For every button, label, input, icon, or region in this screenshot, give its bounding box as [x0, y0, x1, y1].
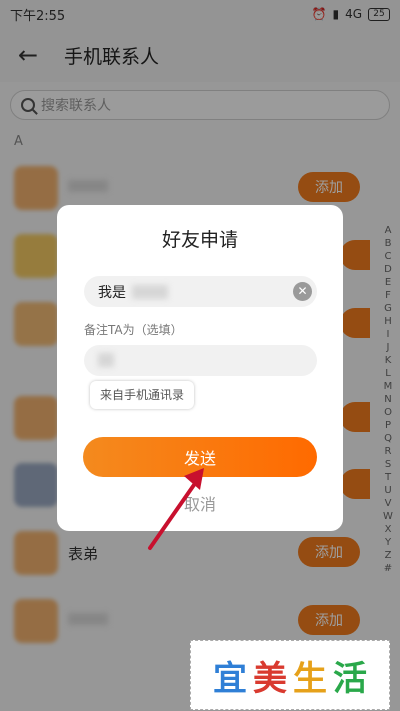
greeting-redacted	[132, 284, 168, 299]
watermark-logo: 宜 美 生 活	[190, 640, 390, 710]
watermark-char: 活	[333, 658, 367, 699]
greeting-value: 我是	[98, 284, 126, 301]
watermark-char: 生	[293, 658, 327, 699]
source-chip[interactable]: 来自手机通讯录	[90, 381, 195, 409]
greeting-input[interactable]: 我是 ✕	[84, 276, 317, 307]
watermark-char: 美	[253, 658, 287, 699]
cancel-button[interactable]: 取消	[57, 491, 343, 515]
remark-label: 备注TA为（选填）	[84, 323, 183, 337]
watermark-char: 宜	[213, 658, 247, 699]
friend-request-dialog: 好友申请 我是 ✕ 备注TA为（选填） 来自手机通讯录 发送 取消	[57, 205, 343, 531]
send-button[interactable]: 发送	[83, 437, 317, 477]
dialog-title: 好友申请	[161, 229, 238, 251]
remark-input[interactable]	[84, 345, 317, 376]
remark-redacted	[98, 353, 114, 367]
clear-icon[interactable]: ✕	[293, 282, 312, 301]
